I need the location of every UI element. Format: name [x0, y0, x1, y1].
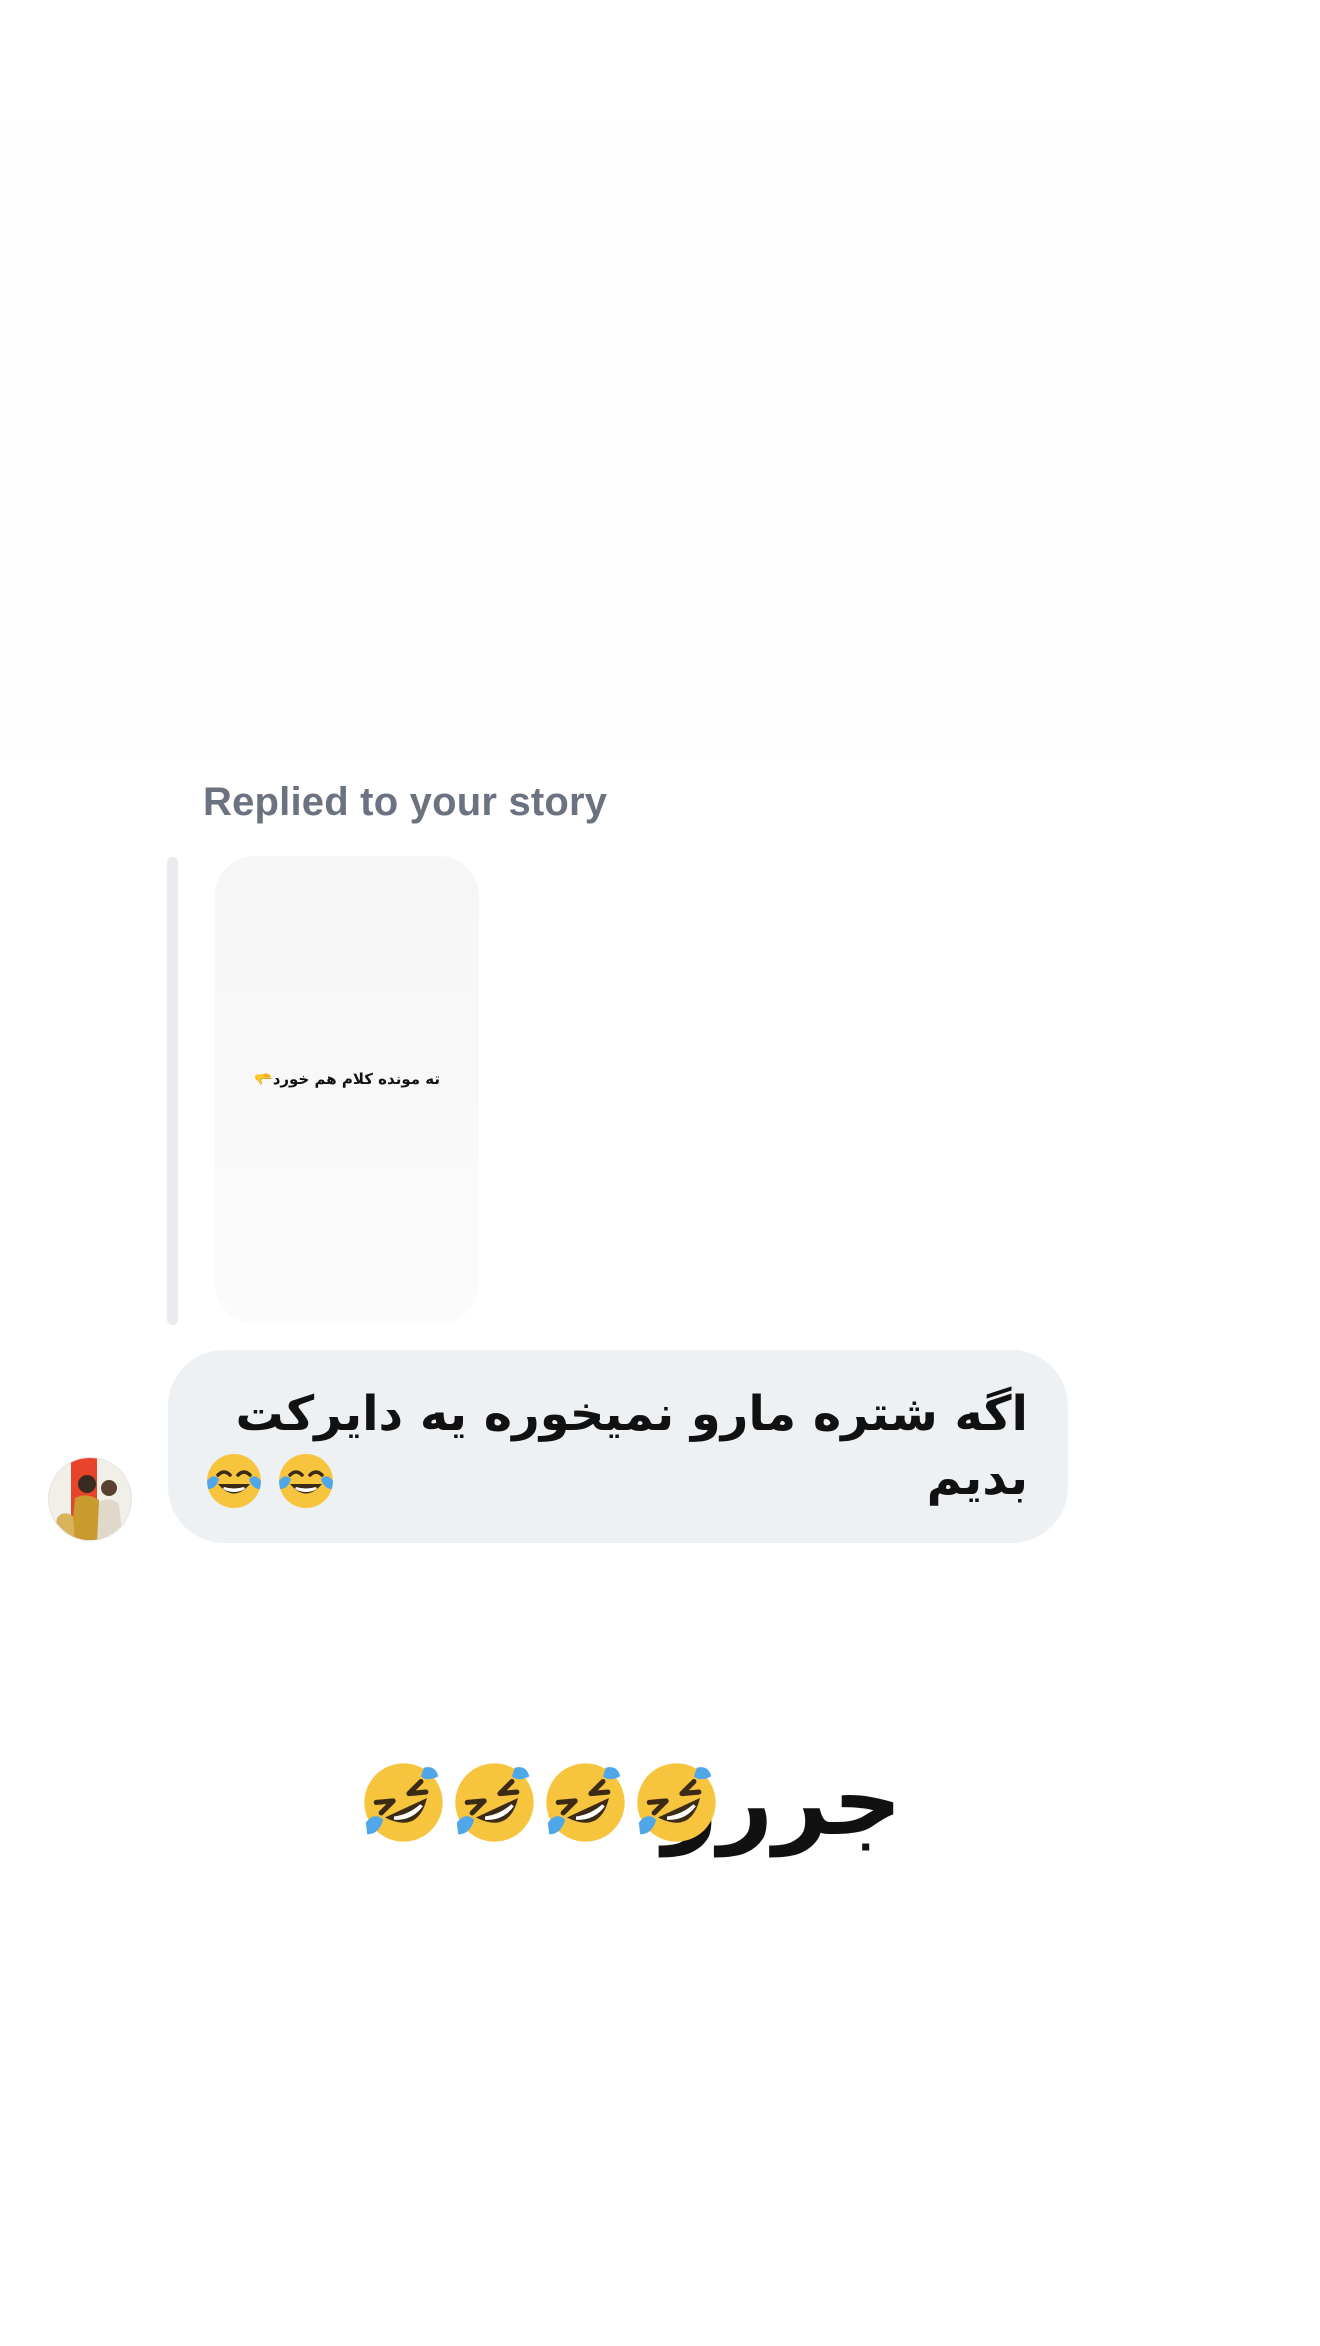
rolling-on-the-floor-laughing-icon — [637, 1763, 716, 1842]
incoming-message-bubble[interactable]: اگه شتره مارو نمیخوره یه دایرکت بدیم — [168, 1350, 1068, 1543]
replied-to-story-label: Replied to your story — [203, 780, 608, 824]
empty-content-area — [0, 0, 1320, 760]
story-thumbnail[interactable]: ته مونده کلام هم خورد🫳 — [215, 856, 479, 1324]
rolling-on-the-floor-laughing-icon — [364, 1763, 443, 1842]
avatar-photo-icon — [49, 1458, 131, 1540]
sender-avatar[interactable] — [48, 1457, 132, 1541]
rolling-on-the-floor-laughing-icon — [546, 1763, 625, 1842]
rolling-on-the-floor-laughing-icon — [455, 1763, 534, 1842]
outgoing-message-emojis — [360, 1759, 720, 1846]
incoming-message-emojis — [204, 1451, 336, 1511]
face-with-tears-of-joy-icon — [207, 1454, 261, 1508]
reply-indicator-bar — [167, 857, 178, 1325]
face-with-tears-of-joy-icon — [279, 1454, 333, 1508]
outgoing-message[interactable]: جررر — [360, 1745, 920, 1857]
story-thumbnail-text: ته مونده کلام هم خورد🫳 — [254, 1070, 440, 1088]
